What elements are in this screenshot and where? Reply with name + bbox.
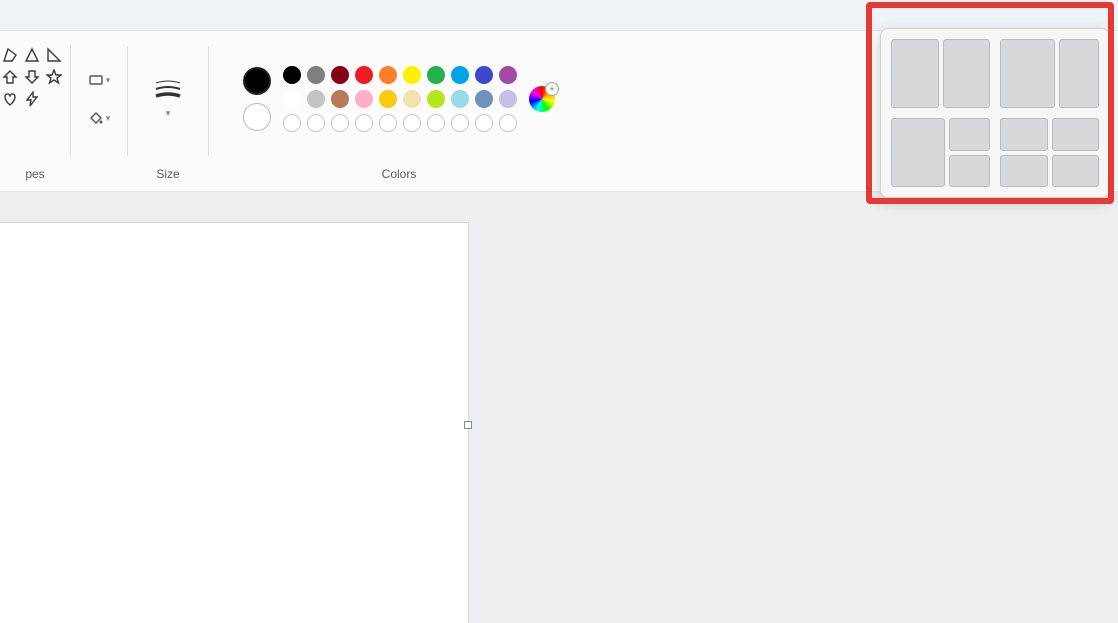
color-swatch[interactable] — [499, 90, 517, 108]
chevron-down-icon: ▾ — [106, 113, 111, 124]
size-label: Size — [128, 167, 208, 191]
snap-layout-2col[interactable] — [891, 39, 990, 108]
chevron-down-icon: ▾ — [106, 75, 111, 86]
shape-more-icon[interactable] — [45, 89, 64, 108]
snap-layout-2col-wide[interactable] — [1000, 39, 1099, 108]
shape-polygon-icon[interactable] — [1, 45, 20, 64]
shape-up-arrow-icon[interactable] — [1, 67, 20, 86]
custom-color-slot[interactable] — [379, 114, 397, 132]
outline-icon — [88, 72, 104, 88]
color-palette — [283, 66, 517, 132]
shape-style-group: ▾ ▾ — [71, 31, 127, 191]
colors-label: Colors — [209, 167, 589, 191]
color-swatch[interactable] — [403, 90, 421, 108]
color-swatch[interactable] — [379, 66, 397, 84]
custom-color-slot[interactable] — [451, 114, 469, 132]
snap-layout-4[interactable] — [1000, 118, 1099, 187]
edit-colors-button[interactable]: + — [529, 86, 555, 112]
color-swatch[interactable] — [331, 66, 349, 84]
custom-color-slot[interactable] — [499, 114, 517, 132]
color-swatch[interactable] — [475, 90, 493, 108]
color-swatch[interactable] — [451, 90, 469, 108]
size-group: ▾ Size — [128, 31, 208, 191]
shapes-gallery[interactable] — [1, 45, 64, 108]
shape-right-triangle-icon[interactable] — [45, 45, 64, 64]
snap-zone[interactable] — [891, 118, 945, 187]
custom-color-slot[interactable] — [427, 114, 445, 132]
workspace[interactable] — [0, 192, 1118, 623]
shape-triangle-icon[interactable] — [23, 45, 42, 64]
snap-layouts-flyout — [880, 28, 1110, 198]
color-swatch[interactable] — [283, 90, 301, 108]
custom-color-slot[interactable] — [475, 114, 493, 132]
custom-color-slot[interactable] — [283, 114, 301, 132]
shape-star-icon[interactable] — [45, 67, 64, 86]
resize-handle-right[interactable] — [464, 421, 472, 429]
shape-fill-button[interactable]: ▾ — [82, 107, 116, 129]
snap-zone[interactable] — [1000, 39, 1055, 108]
color-swatch[interactable] — [355, 90, 373, 108]
color-swatch[interactable] — [283, 66, 301, 84]
shape-down-arrow-icon[interactable] — [23, 67, 42, 86]
color-2-swatch[interactable] — [243, 103, 271, 131]
title-bar — [0, 0, 1118, 31]
snap-zone[interactable] — [891, 39, 939, 108]
color-swatch[interactable] — [403, 66, 421, 84]
snap-zone[interactable] — [949, 118, 990, 151]
canvas[interactable] — [0, 222, 469, 623]
color-swatch[interactable] — [307, 90, 325, 108]
shape-heart-icon[interactable] — [1, 89, 20, 108]
colors-group: + Colors — [209, 31, 589, 191]
chevron-down-icon[interactable]: ▾ — [166, 108, 171, 119]
color-swatch[interactable] — [451, 66, 469, 84]
custom-color-slot[interactable] — [331, 114, 349, 132]
snap-zone[interactable] — [1052, 118, 1100, 151]
snap-zone[interactable] — [1000, 155, 1048, 188]
snap-zone[interactable] — [1052, 155, 1100, 188]
color-swatch[interactable] — [427, 66, 445, 84]
shape-lightning-icon[interactable] — [23, 89, 42, 108]
color-swatch[interactable] — [379, 90, 397, 108]
custom-color-slot[interactable] — [403, 114, 421, 132]
fill-icon — [88, 110, 104, 126]
color-swatch[interactable] — [499, 66, 517, 84]
color-swatch[interactable] — [331, 90, 349, 108]
snap-zone[interactable] — [949, 155, 990, 188]
shapes-group: pes — [0, 31, 70, 191]
color-swatch[interactable] — [475, 66, 493, 84]
snap-zone[interactable] — [1000, 118, 1048, 151]
custom-color-slot[interactable] — [307, 114, 325, 132]
custom-color-slot[interactable] — [355, 114, 373, 132]
color-swatch[interactable] — [355, 66, 373, 84]
shapes-label: pes — [0, 167, 70, 191]
color-swatch[interactable] — [307, 66, 325, 84]
snap-layout-3a[interactable] — [891, 118, 990, 187]
snap-zone[interactable] — [1059, 39, 1099, 108]
snap-zone[interactable] — [943, 39, 991, 108]
shape-outline-button[interactable]: ▾ — [82, 69, 116, 91]
color-1-swatch[interactable] — [243, 67, 271, 95]
color-swatch[interactable] — [427, 90, 445, 108]
plus-icon: + — [545, 82, 559, 96]
brush-size-icon — [154, 79, 182, 99]
size-button[interactable] — [154, 79, 182, 102]
